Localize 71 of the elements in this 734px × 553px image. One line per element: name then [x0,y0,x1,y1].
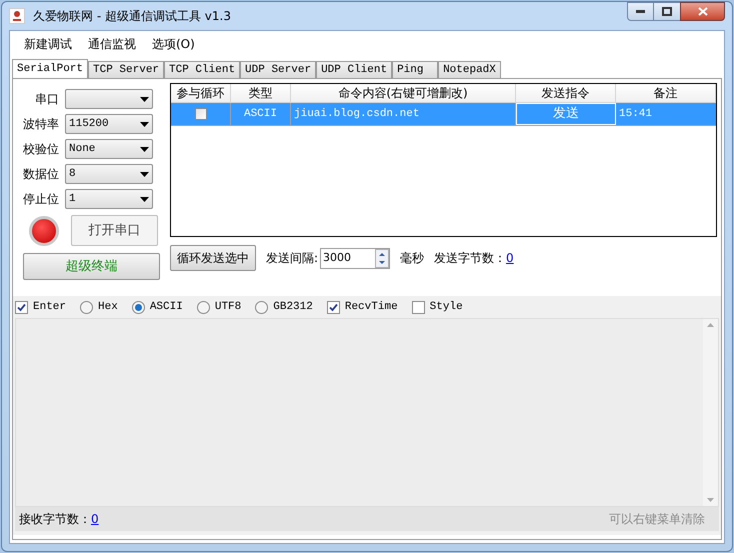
open-port-button[interactable]: 打开串口 [71,215,158,246]
column-header[interactable]: 类型 [231,84,291,102]
table-cell: jiuai.blog.csdn.net [291,103,516,125]
dropdown[interactable]: 115200 [65,114,153,134]
dropdown[interactable]: None [65,139,153,159]
dropdown[interactable] [65,89,153,109]
tab[interactable]: TCP Server [88,61,164,78]
table-cell-text: 15:41 [618,107,654,122]
field-label: 串口 [34,91,60,108]
minimize-button[interactable] [627,2,654,21]
menu-item[interactable]: 通信监视 [80,35,144,53]
checkbox[interactable] [326,300,340,314]
field-label: 停止位 [23,191,60,208]
caret-icon [140,96,149,102]
option-label: GB2312 [273,300,313,315]
tab[interactable]: TCP Client [164,61,240,78]
scrollbar[interactable] [703,319,718,506]
caret-icon [140,172,149,176]
checkbox[interactable] [15,300,28,314]
sent-bytes-link[interactable]: 0 [506,249,514,267]
dropdown[interactable]: 1 [65,189,153,209]
scroll-up-icon[interactable] [707,323,714,327]
window-title: 久爱物联网 - 超级通信调试工具 v1.3 [33,8,231,25]
option-label: UTF8 [214,300,242,315]
radio-button[interactable] [196,300,210,314]
option-label: Enter [33,300,66,315]
minimize-icon [636,10,645,13]
column-header[interactable]: 参与循环 [171,84,231,102]
column-header[interactable]: 发送指令 [516,84,616,102]
tab[interactable]: NotepadX [438,61,501,78]
menu-item[interactable]: 选项(O) [144,35,203,53]
field-label: 校验位 [23,141,60,158]
radio-button[interactable] [132,300,145,314]
caret-icon [140,122,149,126]
sent-bytes-label: 发送字节数： [434,250,506,267]
option-label: RecvTime [344,300,398,315]
caret-icon [140,146,149,152]
clear-hint: 可以右键菜单清除 [609,511,705,528]
radio-button[interactable] [80,300,94,314]
checkbox[interactable] [412,300,425,314]
table-cell: ASCII [231,103,291,125]
received-bytes-link[interactable]: 0 [91,510,99,528]
checkbox[interactable] [194,108,206,120]
tab[interactable]: Ping [392,61,438,78]
option-label: Style [430,300,463,315]
app-logo-icon [9,8,25,24]
maximize-icon [662,7,672,16]
maximize-button[interactable] [654,2,680,21]
menu-item[interactable]: 新建调试 [16,35,80,53]
tab[interactable]: UDP Client [316,61,392,78]
interval-field[interactable]: 3000 [320,248,390,268]
tab[interactable]: SerialPort [12,59,88,78]
terminal-button[interactable]: 超级终端 [23,253,160,280]
field-label: 波特率 [23,116,60,133]
tab[interactable]: UDP Server [240,61,316,78]
field-label: 数据位 [23,166,60,183]
received-bytes-label: 接收字节数： [19,511,91,528]
loop-send-button[interactable]: 循环发送选中 [170,245,256,271]
spinner-icon[interactable] [375,248,390,268]
interval-label: 发送间隔: [266,250,318,267]
caret-icon [140,196,149,202]
option-label: Hex [98,300,118,315]
close-button[interactable] [680,2,725,21]
radio-button[interactable] [255,300,268,314]
dropdown[interactable]: 8 [65,164,153,184]
scroll-down-icon[interactable] [707,498,714,502]
column-header[interactable]: 备注 [616,84,716,102]
column-header[interactable]: 命令内容(右键可增删改) [291,84,516,102]
option-label: ASCII [150,300,183,315]
unit-label: 毫秒 [400,250,424,267]
close-icon [698,7,708,16]
